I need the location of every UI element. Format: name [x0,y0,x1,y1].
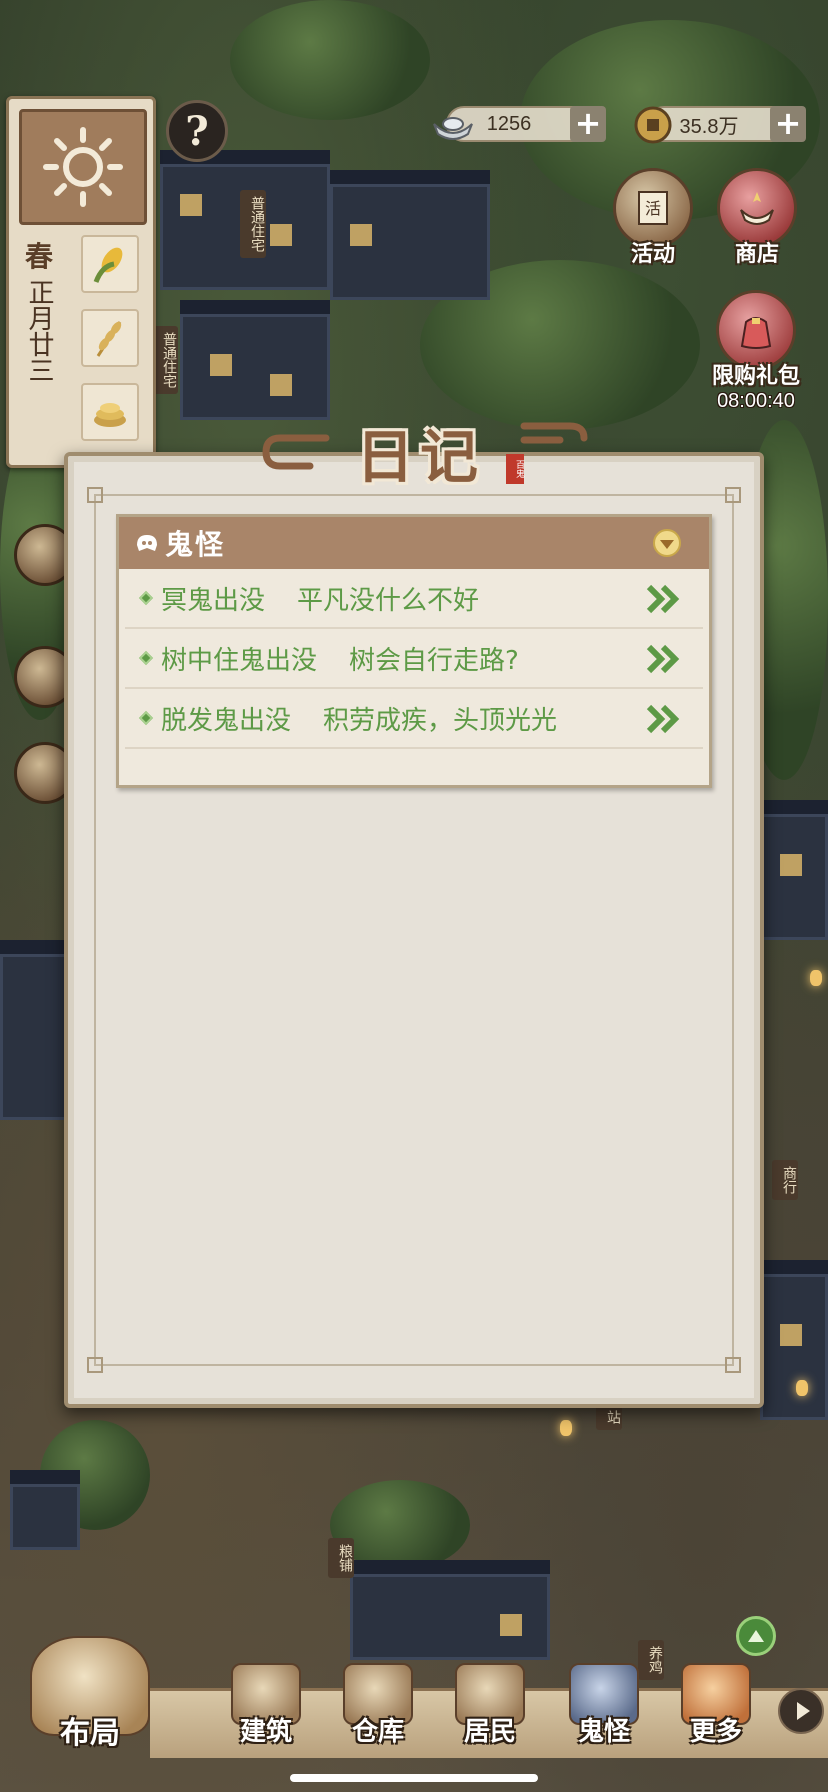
bottom-nav: 布局 建筑 仓库 居民 鬼怪 更多 [0,1636,828,1792]
coins-icon [94,403,126,427]
diary-title-banner: 日记 [262,410,588,494]
map-sign-trading-house[interactable]: 商行 [772,1160,798,1200]
nav-more[interactable]: 更多 [666,1663,766,1748]
swirl-left-icon [262,434,330,470]
nav-build[interactable]: 建筑 [216,1663,316,1748]
nav-warehouse[interactable]: 仓库 [328,1663,428,1748]
activity-button[interactable]: 活 活动 [610,168,696,268]
tree [230,0,430,120]
sun-icon [43,127,123,207]
play-arrow-icon[interactable] [778,1688,824,1734]
diamond-bullet-icon [138,590,154,606]
season-label: 春 [24,240,53,273]
crop-slot-corn[interactable] [81,235,139,293]
add-copper-button[interactable]: + [770,106,806,142]
limited-pack-label: 限购礼包 [711,364,800,389]
collapse-toggle-icon[interactable] [653,529,681,557]
nav-warehouse-label: 仓库 [351,1717,404,1747]
lantern [560,1420,572,1436]
diary-entry[interactable]: 冥鬼出没 平凡没什么不好 [125,569,703,629]
lantern [810,970,822,986]
copper-currency[interactable]: 35.8万 + [634,106,806,144]
double-chevron-right-icon[interactable] [645,643,681,675]
nav-residents-label: 居民 [463,1717,516,1747]
house[interactable] [760,1260,828,1420]
entry-description: 树会自行走路? [349,645,519,676]
map-sign-grain-shop[interactable]: 粮铺 [328,1538,354,1578]
nav-layout-label: 布局 [60,1716,120,1751]
season-date-panel[interactable]: 春 正月廿三 [6,96,156,468]
add-silver-button[interactable]: + [570,106,606,142]
crop-slot-wheat[interactable] [81,309,139,367]
nav-ghosts-label: 鬼怪 [577,1717,630,1747]
nav-residents[interactable]: 居民 [440,1663,540,1748]
crop-slot-coins[interactable] [81,383,139,441]
diamond-bullet-icon [138,710,154,726]
double-chevron-right-icon[interactable] [645,583,681,615]
map-sign-residence[interactable]: 普通住宅 [240,190,266,258]
category-title: 鬼怪 [165,528,226,561]
ghost-category-card: 鬼怪 冥鬼出没 平凡没什么不好 树中住鬼出没 树会自行走路? 脱发鬼出没 积劳成… [116,514,712,788]
diary-entry[interactable]: 脱发鬼出没 积劳成疾，头顶光光 [125,689,703,749]
help-button[interactable]: ? [166,100,228,162]
entry-name: 冥鬼出没 [161,585,266,616]
corn-icon [93,247,123,283]
copper-coin-icon [634,106,672,144]
hundred-ghosts-seal: 百鬼 [506,454,524,484]
nav-ghosts[interactable]: 鬼怪 [554,1663,654,1748]
lantern [796,1380,808,1396]
frame-corner [87,1357,103,1373]
entry-name: 树中住鬼出没 [161,645,318,676]
lunar-date-label: 正月廿三 [24,279,54,383]
shop-label: 商店 [734,242,779,267]
nav-layout[interactable]: 布局 [20,1636,160,1752]
silver-ingot-icon [433,117,473,140]
ghost-category-header[interactable]: 鬼怪 [119,517,709,569]
frame-corner [725,487,741,503]
house[interactable] [180,300,330,420]
limited-pack-timer: 08:00:40 [717,390,795,412]
entry-description: 平凡没什么不好 [297,585,480,616]
ghost-icon [137,535,157,551]
shop-button[interactable]: 商店 [714,168,800,268]
diary-entry[interactable]: 树中住鬼出没 树会自行走路? [125,629,703,689]
nav-build-label: 建筑 [239,1717,292,1747]
svg-text:活: 活 [645,199,661,218]
limited-pack-button[interactable]: 限购礼包 08:00:40 [706,290,806,413]
question-icon: ? [185,107,209,155]
home-indicator[interactable] [290,1774,538,1782]
frame-corner [87,487,103,503]
house[interactable] [330,170,490,300]
double-chevron-right-icon[interactable] [645,703,681,735]
diary-title: 日记 [355,423,484,491]
entry-description: 积劳成疾，头顶光光 [323,705,558,736]
entry-name: 脱发鬼出没 [161,705,292,736]
diamond-bullet-icon [138,650,154,666]
house[interactable] [760,800,828,940]
house[interactable] [10,1470,80,1550]
weather-display[interactable] [19,109,147,225]
wheat-icon [96,321,122,357]
silver-currency[interactable]: 1256 + [433,106,606,142]
swirl-right-icon [520,422,588,444]
activity-label: 活动 [630,242,675,267]
frame-corner [725,1357,741,1373]
nav-more-label: 更多 [689,1717,742,1747]
house[interactable] [0,940,70,1120]
